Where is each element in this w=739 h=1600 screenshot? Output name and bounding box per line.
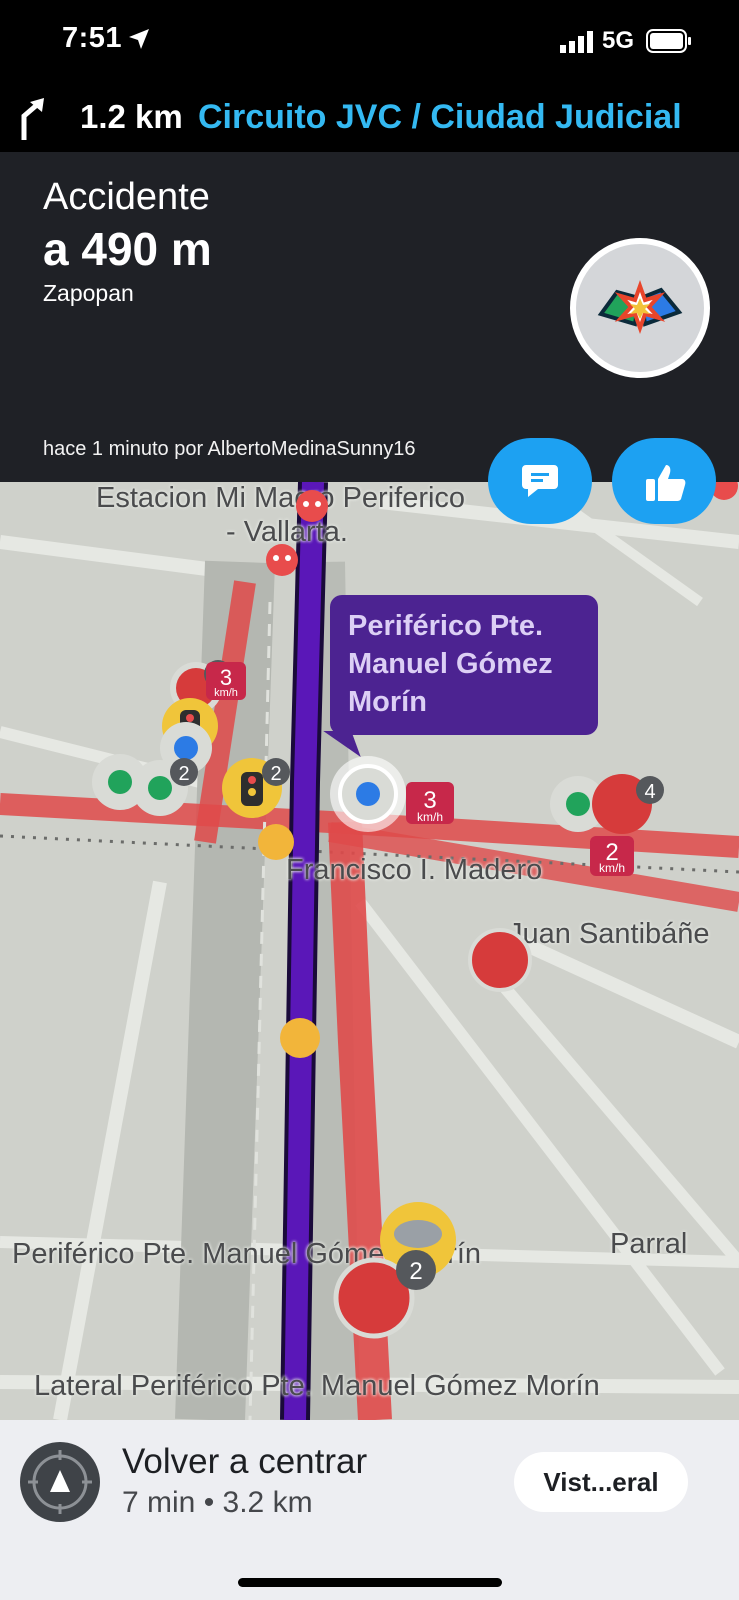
signal-icon [560,31,593,53]
current-accident-marker[interactable] [330,756,406,832]
comment-button[interactable] [488,438,592,524]
traffic-jam-marker[interactable] [468,928,532,992]
next-turn-distance: 1.2 km [80,98,183,135]
location-arrow-icon [129,29,149,49]
recenter-label[interactable]: Volver a centrar [122,1442,367,1482]
bottom-panel: Volver a centrar 7 min • 3.2 km Vist...e… [0,1420,739,1600]
wazer-icon [280,1018,320,1058]
callout-line-3: Morín [348,686,427,718]
count-badge: 2 [262,758,290,786]
callout-line-1: Periférico Pte. [348,610,544,642]
map-view[interactable]: Estacion Mi Macro Periferico - Vallarta.… [0,482,739,1420]
svg-text:4: 4 [644,781,655,803]
wazer-icon [296,490,328,522]
count-badge: 2 [396,1250,436,1290]
svg-text:km/h: km/h [599,861,625,875]
svg-text:2: 2 [409,1258,422,1285]
svg-text:km/h: km/h [417,810,443,824]
alert-type: Accidente [43,176,210,218]
comment-icon [522,465,558,497]
accident-icon [597,280,683,334]
callout-line-2: Manuel Gómez [348,648,553,680]
battery-icon [646,29,691,53]
recenter-button[interactable] [20,1442,100,1522]
overview-button[interactable]: Vist...eral [514,1452,688,1512]
svg-text:km/h: km/h [214,687,238,699]
speed-badge: 3km/h [406,782,454,824]
turn-right-icon [21,98,44,140]
thumbs-up-icon [646,465,686,501]
status-time: 7:51 [62,22,123,54]
count-badge: 2 [170,758,198,786]
navigation-instruction[interactable]: 1.2 km Circuito JVC / Ciudad Judicial [0,86,739,152]
trip-eta: 7 min • 3.2 km [122,1486,313,1519]
route-street-callout: Periférico Pte. Manuel Gómez Morín [330,595,598,735]
hazard-alert-panel: Accidente a 490 m Zapopan hace 1 minuto … [0,152,739,482]
network-type: 5G [602,27,635,54]
alert-reporter: hace 1 minuto por AlbertoMedinaSunny16 [43,438,416,460]
speed-badge: 2km/h [590,836,634,876]
alert-city: Zapopan [43,280,134,306]
svg-text:2: 2 [270,763,281,785]
home-indicator[interactable] [238,1578,502,1587]
alert-distance: a 490 m [43,223,212,275]
next-street-name: Circuito JVC / Ciudad Judicial [198,98,682,136]
speed-badge: 3km/h [206,662,246,700]
status-bar: 7:51 5G [0,0,739,86]
compass-icon [28,1450,92,1514]
thumbs-up-button[interactable] [612,438,716,524]
svg-text:2: 2 [178,763,189,785]
wazer-icon [266,544,298,576]
accident-badge [570,238,710,378]
wazer-icon [258,824,294,860]
count-badge: 4 [636,776,664,804]
